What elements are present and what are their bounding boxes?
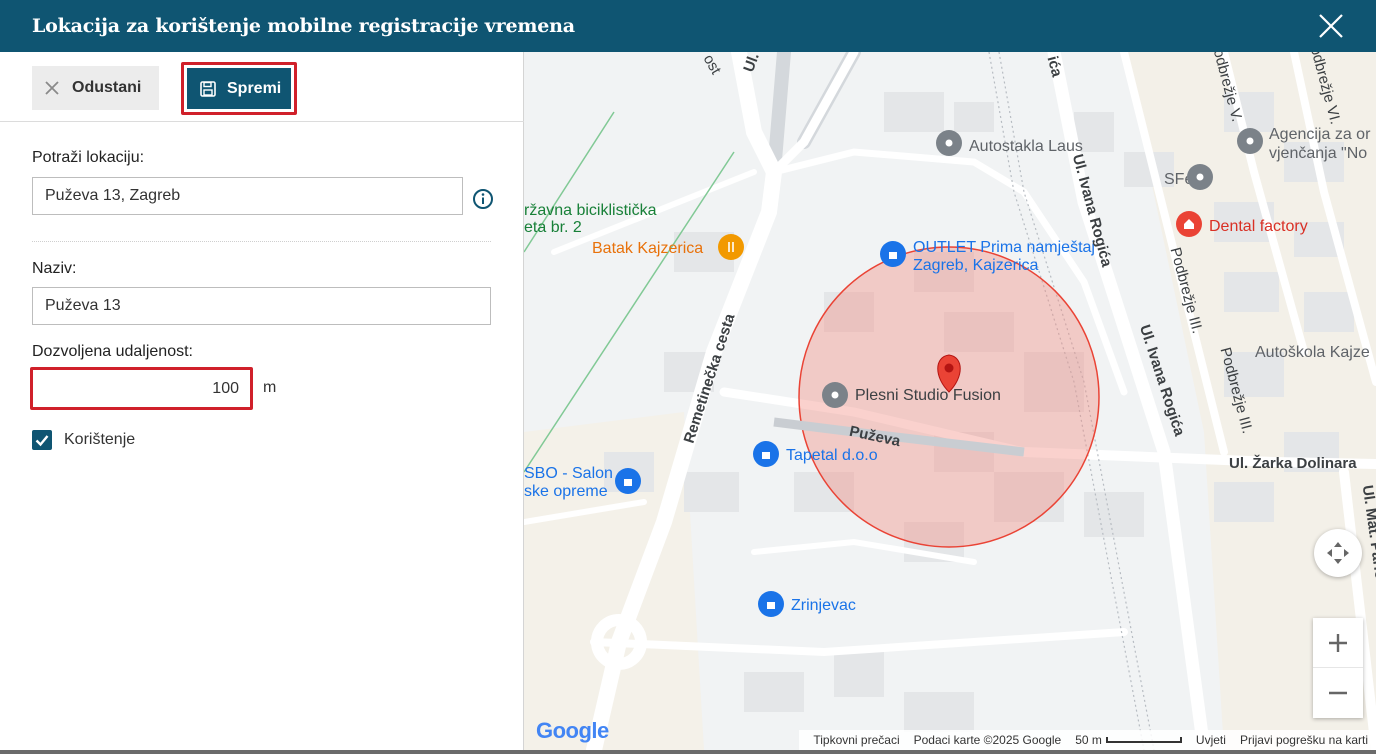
place-zrinjevac[interactable]: Zrinjevac <box>791 597 856 615</box>
road-zarka: Ul. Žarka Dolinara <box>1229 455 1357 472</box>
place-autoskola[interactable]: Autoškola Kajze <box>1255 344 1370 362</box>
save-button-label: Spremi <box>227 79 282 97</box>
zoom-control <box>1313 618 1363 718</box>
google-logo-text: Google <box>536 718 609 743</box>
google-logo: Google <box>536 718 609 744</box>
cancel-button[interactable]: Odustani <box>32 66 159 110</box>
place-biciklisticka-1[interactable]: ržavna biciklistička <box>524 202 656 220</box>
toolbar: Odustani Spremi <box>0 52 524 122</box>
check-icon <box>35 435 49 447</box>
usage-checkbox[interactable] <box>32 430 52 450</box>
form-panel: Odustani Spremi Potraži lokaciju: Puževa… <box>0 52 524 750</box>
move-arrows-icon <box>1327 542 1349 564</box>
distance-unit: m <box>263 379 277 396</box>
close-icon <box>45 81 59 95</box>
location-dialog: Lokacija za korištenje mobilne registrac… <box>0 0 1376 750</box>
search-label: Potraži lokaciju: <box>32 149 145 166</box>
restaurant-icon[interactable] <box>718 234 744 260</box>
cancel-button-label: Odustani <box>72 79 142 96</box>
report-error-link[interactable]: Prijavi pogrešku na karti <box>1240 733 1368 747</box>
zoom-out-button[interactable] <box>1313 668 1363 718</box>
place-agencija-2[interactable]: vjenčanja "No <box>1269 145 1367 163</box>
shopping-icon[interactable] <box>753 441 779 467</box>
search-input[interactable]: Puževa 13, Zagreb <box>32 177 463 215</box>
divider <box>32 241 491 242</box>
info-icon[interactable] <box>472 188 494 210</box>
place-tapetal[interactable]: Tapetal d.o.o <box>786 447 878 465</box>
dialog-titlebar: Lokacija za korištenje mobilne registrac… <box>0 0 1376 52</box>
terms-link[interactable]: Uvjeti <box>1196 733 1226 747</box>
dental-icon[interactable] <box>1176 211 1202 237</box>
zoom-in-button[interactable] <box>1313 618 1363 668</box>
save-button-highlight: Spremi <box>181 62 297 115</box>
place-agencija-1[interactable]: Agencija za or <box>1269 126 1370 144</box>
map-footer: Tipkovni prečaci Podaci karte ©2025 Goog… <box>799 730 1376 750</box>
scale-bar <box>1105 737 1182 743</box>
close-icon[interactable] <box>1316 11 1346 41</box>
scale-label[interactable]: 50 m <box>1075 733 1102 747</box>
shopping-icon[interactable] <box>615 468 641 494</box>
shopping-icon[interactable] <box>758 591 784 617</box>
usage-label: Korištenje <box>64 431 136 448</box>
place-plesni[interactable]: Plesni Studio Fusion <box>855 387 1001 405</box>
map-data-attribution: Podaci karte ©2025 Google <box>913 733 1062 747</box>
place-sbo-2[interactable]: ske opreme <box>524 483 608 501</box>
place-outlet-1[interactable]: OUTLET Prima namještaj <box>913 239 1095 257</box>
place-autostakla[interactable]: Autostakla Laus <box>969 138 1083 156</box>
place-pin-icon[interactable] <box>1187 164 1213 190</box>
plus-icon <box>1329 633 1347 652</box>
place-sbo-1[interactable]: SBO - Salon <box>524 465 613 483</box>
distance-label: Dozvoljena udaljenost: <box>32 343 193 360</box>
map-view[interactable]: Autostakla Laus Agencija za or vjenčanja… <box>524 52 1376 750</box>
keyboard-shortcuts-link[interactable]: Tipkovni prečaci <box>813 733 899 747</box>
name-label: Naziv: <box>32 260 77 277</box>
place-outlet-2[interactable]: Zagreb, Kajzerica <box>913 257 1038 275</box>
shopping-icon[interactable] <box>880 241 906 267</box>
place-biciklisticka-2[interactable]: eta br. 2 <box>524 219 582 237</box>
dialog-title: Lokacija za korištenje mobilne registrac… <box>32 15 575 37</box>
place-pin-icon[interactable] <box>822 382 848 408</box>
distance-input-highlight: 100 <box>30 367 253 410</box>
place-pin-icon[interactable] <box>936 130 962 156</box>
save-button[interactable]: Spremi <box>187 68 291 109</box>
name-input[interactable]: Puževa 13 <box>32 287 491 325</box>
place-dental[interactable]: Dental factory <box>1209 218 1308 236</box>
camera-control-button[interactable] <box>1314 529 1362 577</box>
distance-input[interactable]: 100 <box>36 373 247 404</box>
save-icon <box>200 80 216 97</box>
place-batak[interactable]: Batak Kajzerica <box>592 240 703 258</box>
minus-icon <box>1329 691 1347 695</box>
place-pin-icon[interactable] <box>1237 128 1263 154</box>
